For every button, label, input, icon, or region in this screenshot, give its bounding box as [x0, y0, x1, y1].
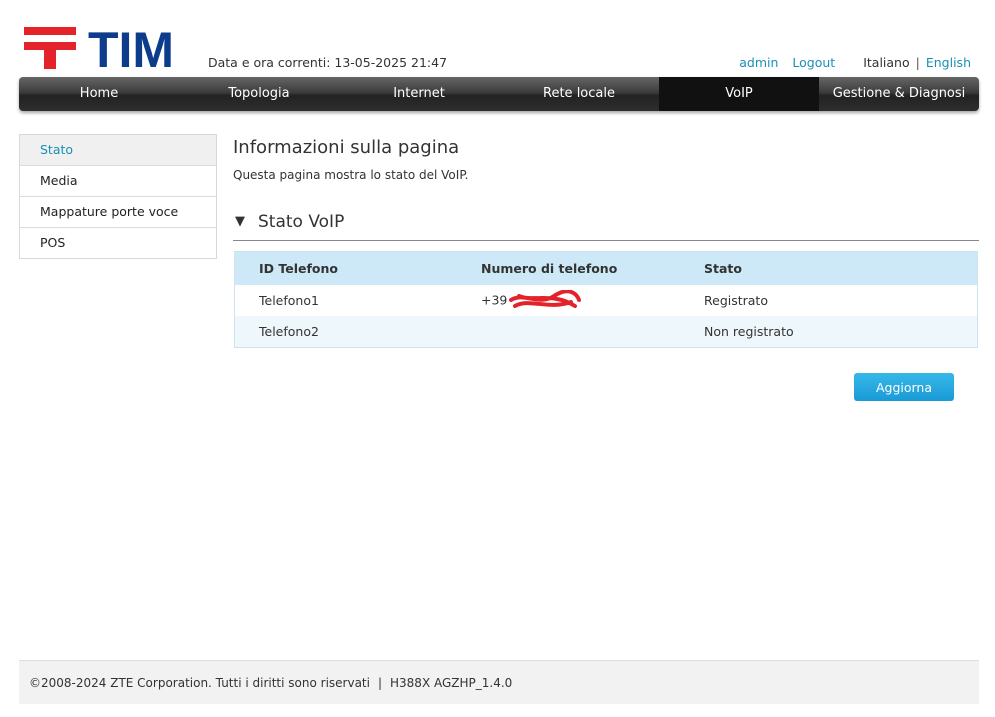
footer: ©2008-2024 ZTE Corporation. Tutti i diri…	[19, 660, 979, 704]
sidebar-item-stato[interactable]: Stato	[20, 135, 216, 165]
footer-separator: |	[377, 676, 383, 690]
table-cell	[457, 316, 680, 348]
copyright-text: ©2008-2024 ZTE Corporation. Tutti i diri…	[29, 676, 370, 690]
tab-internet[interactable]: Internet	[339, 77, 499, 111]
tab-gestione-diagnosi[interactable]: Gestione & Diagnosi	[819, 77, 979, 111]
tab-topologia[interactable]: Topologia	[179, 77, 339, 111]
table-header-row: ID Telefono Numero di telefono Stato	[234, 251, 978, 285]
section-header[interactable]: ▼ Stato VoIP	[233, 210, 979, 241]
sidebar-item-media[interactable]: Media	[20, 165, 216, 196]
column-header: Stato	[680, 251, 978, 285]
lang-separator: |	[915, 55, 920, 70]
table-cell: Telefono2	[234, 316, 457, 348]
page-title: Informazioni sulla pagina	[233, 137, 460, 158]
tab-home[interactable]: Home	[19, 77, 179, 111]
table-cell: Registrato	[704, 293, 768, 308]
column-header: ID Telefono	[234, 251, 457, 285]
table-cell: Non registrato	[680, 316, 978, 348]
column-header: Numero di telefono	[457, 251, 680, 285]
sidebar-item-pos[interactable]: POS	[20, 227, 216, 258]
firmware-version: H388X AGZHP_1.4.0	[390, 676, 513, 690]
page-description: Questa pagina mostra lo stato del VoIP.	[233, 168, 469, 182]
lang-italiano[interactable]: Italiano	[863, 55, 909, 70]
top-links: admin Logout Italiano | English	[739, 55, 971, 70]
voip-status-table: ID Telefono Numero di telefono Stato Tel…	[234, 251, 978, 348]
section-title: Stato VoIP	[258, 212, 345, 232]
table-cell: +39	[457, 285, 680, 316]
logout-link[interactable]: Logout	[792, 55, 835, 70]
table-row: Telefono2 Non registrato	[234, 316, 978, 348]
tab-rete-locale[interactable]: Rete locale	[499, 77, 659, 111]
table-row: Telefono1 +39 Registrato	[235, 285, 978, 316]
sidebar: Stato Media Mappature porte voce POS	[19, 134, 217, 259]
svg-text:TIM: TIM	[88, 27, 174, 69]
current-datetime: Data e ora correnti: 13-05-2025 21:47	[208, 55, 448, 70]
table-cell: Telefono1	[259, 293, 319, 308]
user-link[interactable]: admin	[739, 55, 778, 70]
main-nav: Home Topologia Internet Rete locale VoIP…	[19, 77, 979, 111]
lang-english-link[interactable]: English	[926, 55, 971, 70]
redaction-scribble	[509, 289, 582, 308]
sidebar-item-mappature-porte-voce[interactable]: Mappature porte voce	[20, 196, 216, 227]
phone-number: +39	[481, 292, 508, 307]
tab-voip[interactable]: VoIP	[659, 77, 819, 111]
tim-logo: TIM	[24, 22, 194, 78]
collapse-triangle-icon[interactable]: ▼	[235, 214, 245, 229]
refresh-button[interactable]: Aggiorna	[854, 373, 954, 401]
